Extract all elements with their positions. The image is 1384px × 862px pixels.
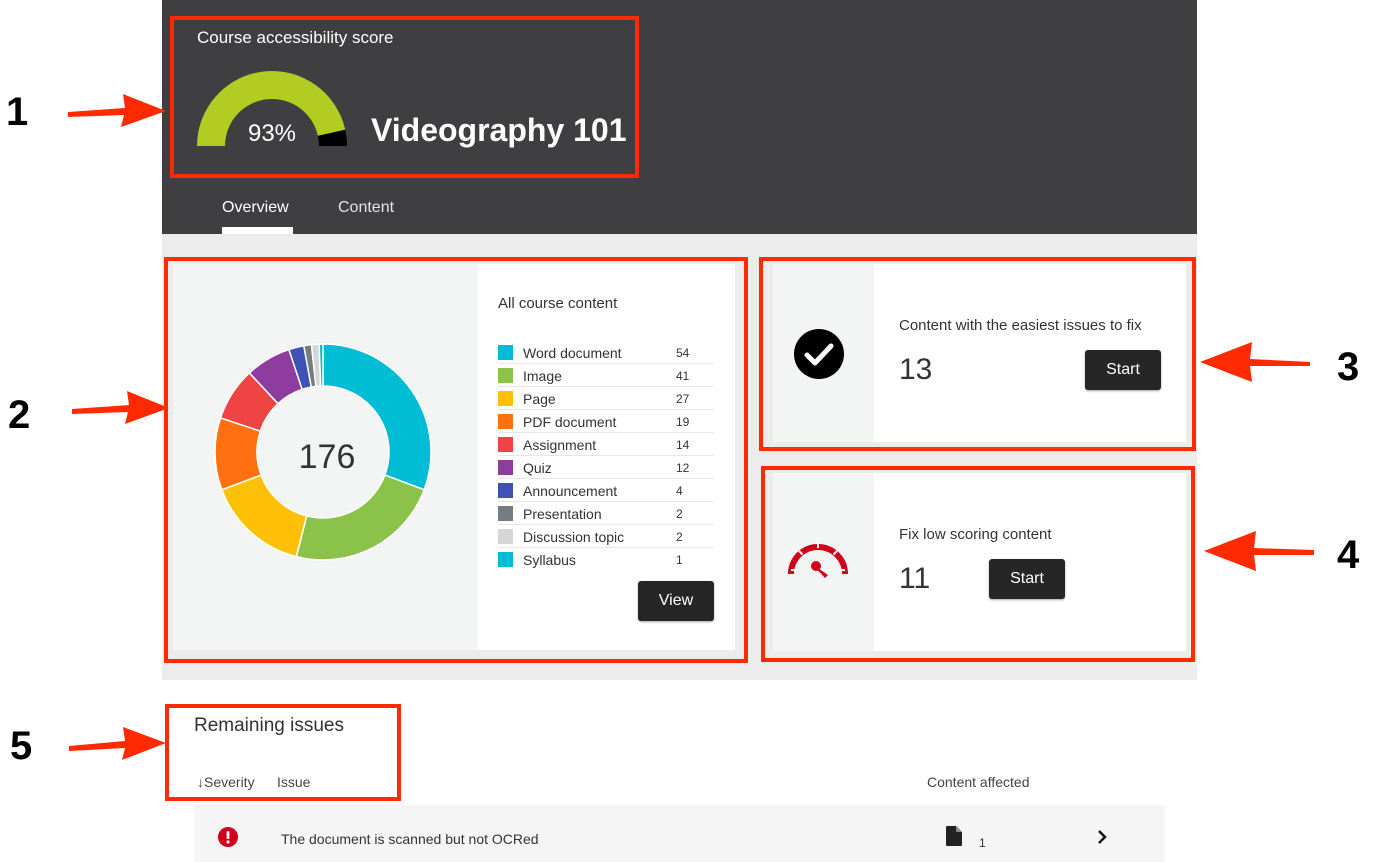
step-number-3: 3 — [1337, 345, 1360, 389]
arrow-5 — [69, 727, 166, 760]
step-number-4: 4 — [1337, 533, 1360, 577]
arrow-1 — [68, 94, 166, 127]
step-number-2: 2 — [8, 393, 31, 437]
arrow-3 — [1200, 342, 1310, 382]
arrow-2 — [72, 391, 169, 424]
arrow-4 — [1204, 531, 1314, 571]
annotation-arrows — [68, 94, 1314, 760]
step-number-5: 5 — [10, 724, 33, 768]
step-number-1: 1 — [6, 90, 29, 134]
